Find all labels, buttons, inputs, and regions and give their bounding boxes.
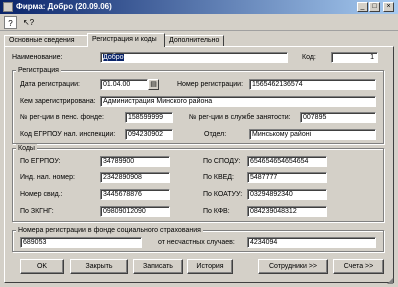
employment-service-label: № рег-ции в службе занятости: bbox=[189, 114, 291, 121]
tax-number-field[interactable]: 2342890908 bbox=[100, 172, 170, 183]
close-button[interactable]: Закрыть bbox=[70, 259, 128, 274]
code-field[interactable]: 1 bbox=[331, 52, 378, 63]
pension-fund-label: № рег-ции в пенс. фонде: bbox=[20, 114, 104, 121]
close-window-button[interactable]: × bbox=[383, 2, 394, 12]
save-button[interactable]: Записать bbox=[133, 259, 183, 274]
spodu-label: По СПОДУ: bbox=[203, 158, 241, 165]
registered-by-field[interactable]: Администрация Минского района bbox=[100, 96, 376, 107]
egrpou-inspection-field[interactable]: 094230902 bbox=[125, 129, 173, 140]
employees-button[interactable]: Сотрудники >> bbox=[258, 259, 328, 274]
department-field[interactable]: Минському районі bbox=[249, 129, 376, 140]
egrpou-inspection-label: Код ЕГРПОУ нал. инспекции: bbox=[20, 131, 116, 138]
spodu-field[interactable]: 654654654654654 bbox=[247, 156, 327, 167]
codes-group-title: Коды bbox=[16, 144, 37, 153]
name-label: Наименование: bbox=[12, 54, 63, 61]
minimize-button[interactable]: _ bbox=[357, 2, 368, 12]
accounts-button[interactable]: Счета >> bbox=[333, 259, 384, 274]
registration-date-label: Дата регистрации: bbox=[20, 81, 80, 88]
registration-date-field[interactable]: 01.04.00 bbox=[100, 79, 148, 90]
code-label: Код: bbox=[302, 54, 316, 61]
name-value: Добро bbox=[103, 54, 124, 61]
tab-registration-codes[interactable]: Регистрация и коды bbox=[87, 33, 165, 47]
accident-insurance-field[interactable]: 4234094 bbox=[247, 237, 376, 248]
registration-number-label: Номер регистрации: bbox=[177, 81, 244, 88]
registration-number-field[interactable]: 1565462136574 bbox=[249, 79, 376, 90]
resize-grip-icon[interactable]: ◢ bbox=[387, 276, 397, 286]
kfv-label: По КФВ: bbox=[203, 208, 230, 215]
social-insurance-group-title: Номера регистрации в фонде социального с… bbox=[16, 226, 203, 235]
zkgng-label: По ЗКГНГ: bbox=[20, 208, 54, 215]
window-icon[interactable] bbox=[3, 2, 13, 12]
department-label: Отдел: bbox=[204, 131, 227, 138]
egrpou-label: По ЕГРПОУ: bbox=[20, 158, 61, 165]
history-button[interactable]: История bbox=[187, 259, 233, 274]
social-insurance-field[interactable]: 689053 bbox=[20, 237, 142, 248]
toolbar bbox=[0, 14, 398, 31]
koatuu-label: По КОАТУУ: bbox=[203, 191, 243, 198]
zkgng-field[interactable]: 09809012090 bbox=[100, 206, 170, 217]
name-field[interactable]: Добро bbox=[100, 52, 288, 63]
help-icon[interactable]: ? bbox=[4, 16, 17, 29]
certificate-number-field[interactable]: 3445678876 bbox=[100, 189, 170, 200]
ok-button[interactable]: OK bbox=[20, 259, 64, 274]
egrpou-field[interactable]: 34789900 bbox=[100, 156, 170, 167]
kved-label: По КВЕД: bbox=[203, 174, 234, 181]
pension-fund-field[interactable]: 158599999 bbox=[125, 112, 173, 123]
registered-by-label: Кем зарегистрирована: bbox=[20, 98, 96, 105]
kved-field[interactable]: 5487777 bbox=[247, 172, 327, 183]
employment-service-field[interactable]: 007895 bbox=[300, 112, 376, 123]
accident-insurance-label: от несчастных случаев: bbox=[158, 239, 235, 246]
registration-group-title: Регистрация bbox=[16, 66, 61, 75]
certificate-number-label: Номер свид.: bbox=[20, 191, 63, 198]
koatuu-field[interactable]: 03294892340 bbox=[247, 189, 327, 200]
tax-number-label: Инд. нал. номер: bbox=[20, 174, 75, 181]
pointer-help-icon[interactable]: ↖? bbox=[22, 16, 35, 29]
window-title: Фирма: Добро (20.09.06) bbox=[16, 2, 112, 11]
kfv-field[interactable]: 084239048312 bbox=[247, 206, 327, 217]
maximize-button[interactable]: □ bbox=[369, 2, 380, 12]
codes-group bbox=[12, 148, 384, 222]
calendar-icon[interactable]: ▤ bbox=[148, 79, 159, 90]
